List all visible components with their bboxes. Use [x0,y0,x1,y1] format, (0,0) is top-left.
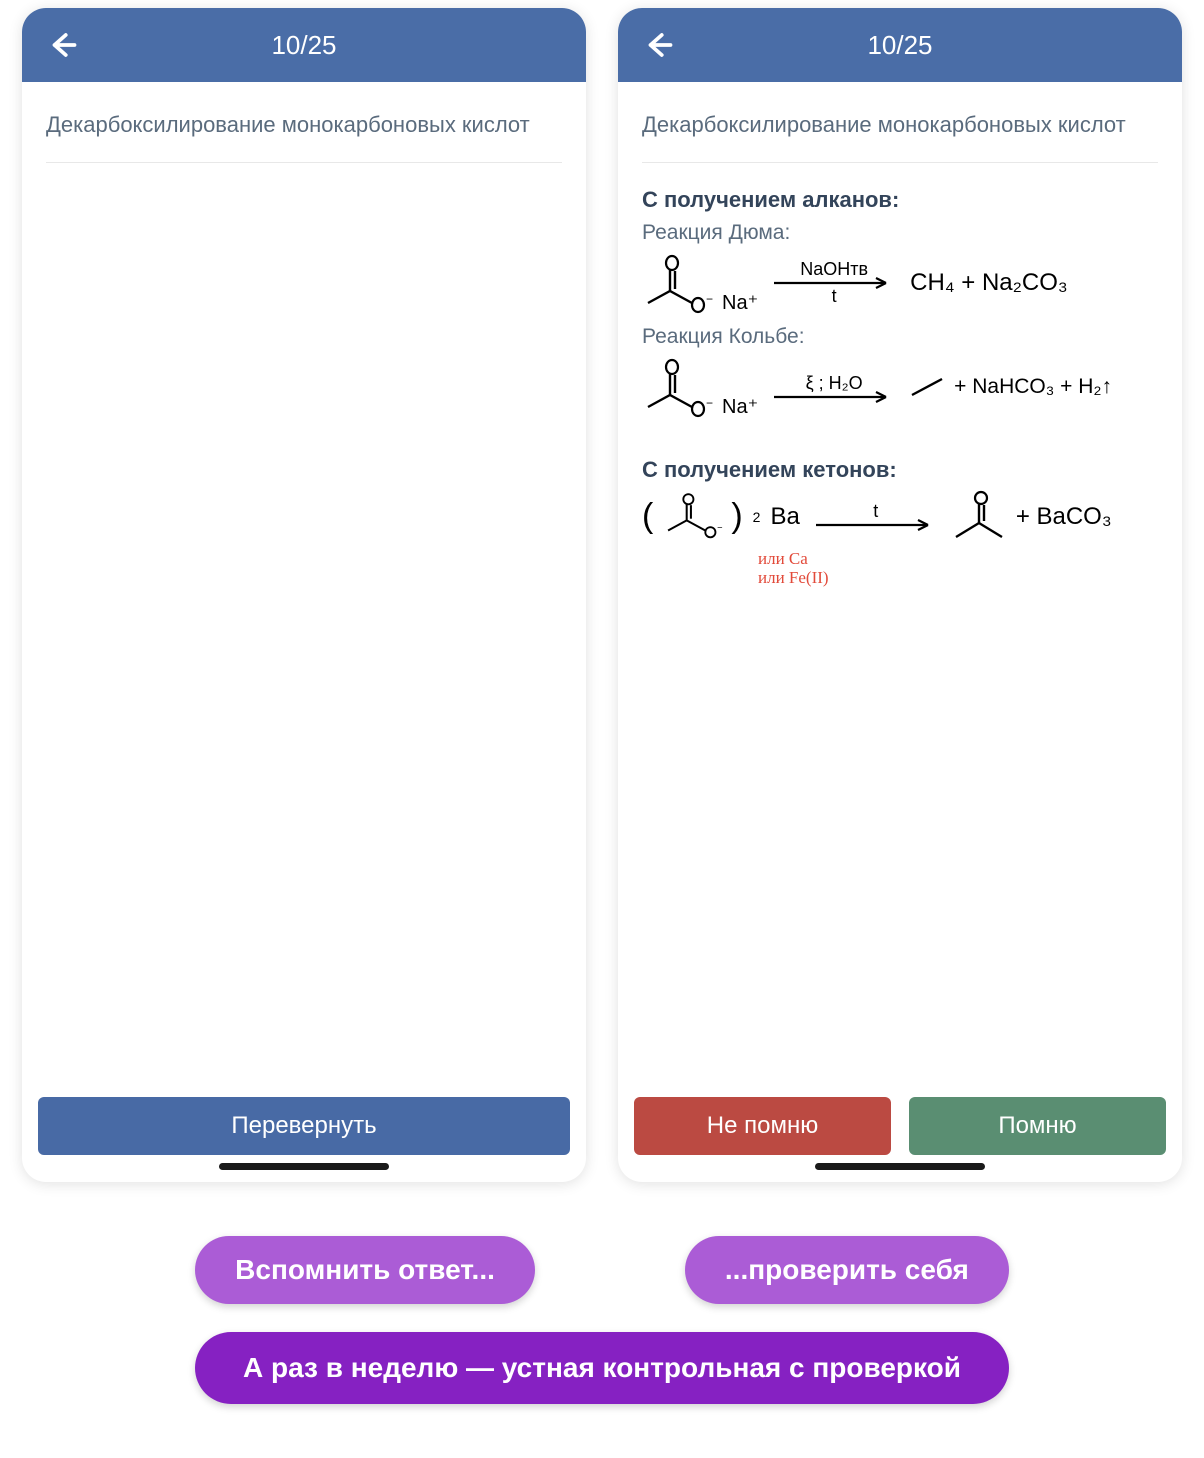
kolbe-products: + NaHCO₃ + H₂↑ [954,375,1112,399]
svg-text:−: − [717,522,722,532]
ketone-reaction: ( − )2 Ba t [642,489,1158,545]
reaction-arrow: NaOHтв t [774,259,894,307]
remember-button[interactable]: Помню [909,1097,1166,1155]
dumas-products: CH₄ + Na₂CO₃ [910,269,1068,297]
flip-button[interactable]: Перевернуть [38,1097,570,1155]
acetate-icon: − [642,251,720,315]
dumas-reaction: − Na⁺ NaOHтв t CH₄ + Na₂CO₃ [642,251,1158,315]
footer: Перевернуть [22,1097,586,1182]
home-indicator [219,1163,389,1170]
dont-remember-button[interactable]: Не помню [634,1097,891,1155]
caption-wide-pill: А раз в неделю — устная контрольная с пр… [195,1332,1009,1404]
reaction-arrow: ξ ; H₂O [774,373,894,400]
reagent-metal: Ba [770,503,799,531]
caption-row: Вспомнить ответ... ...проверить себя [195,1236,1009,1304]
section-ketones-title: С получением кетонов: [642,457,1158,483]
flashcard-back: 10/25 Декарбоксилирование монокарбоновых… [618,8,1182,1182]
section-alkanes-title: С получением алканов: [642,187,1158,213]
dumas-cation: Na⁺ [722,290,758,315]
card-question: Декарбоксилирование монокарбоновых кисло… [642,110,1158,163]
flashcard-front: 10/25 Декарбоксилирование монокарбоновых… [22,8,586,1182]
header-bar: 10/25 [618,8,1182,82]
card-question: Декарбоксилирование монокарбоновых кисло… [46,110,562,163]
kolbe-reaction: − Na⁺ ξ ; H₂O + NaHCO₃ + H₂↑ [642,355,1158,419]
progress-counter: 10/25 [867,30,932,61]
caption-left-pill: Вспомнить ответ... [195,1236,535,1304]
back-button[interactable] [44,27,80,63]
arrow-left-icon [47,30,77,60]
acetate-icon: − [642,355,720,419]
reaction-arrow: t [816,501,936,532]
acetate-icon: − [663,489,729,545]
svg-text:−: − [706,292,713,306]
header-bar: 10/25 [22,8,586,82]
svg-text:−: − [706,396,713,410]
home-indicator [815,1163,985,1170]
phones-row: 10/25 Декарбоксилирование монокарбоновых… [0,0,1204,1182]
alkane-fragment-icon [910,375,944,399]
card-answer: С получением алканов: Реакция Дюма: − Na… [642,163,1158,588]
card-content: Декарбоксилирование монокарбоновых кисло… [22,82,586,1097]
dumas-label: Реакция Дюма: [642,221,1158,245]
caption-right-pill: ...проверить себя [685,1236,1009,1304]
acetone-icon [952,489,1006,545]
kolbe-cation: Na⁺ [722,394,758,419]
ketone-products: + BaCO₃ [1016,503,1112,531]
kolbe-label: Реакция Кольбе: [642,325,1158,349]
card-content: Декарбоксилирование монокарбоновых кисло… [618,82,1182,1097]
back-button[interactable] [640,27,676,63]
progress-counter: 10/25 [271,30,336,61]
footer: Не помню Помню [618,1097,1182,1182]
alt-metals-note: или Ca или Fe(II) [758,549,1158,588]
reagent-coeff: 2 [753,509,761,525]
arrow-left-icon [643,30,673,60]
